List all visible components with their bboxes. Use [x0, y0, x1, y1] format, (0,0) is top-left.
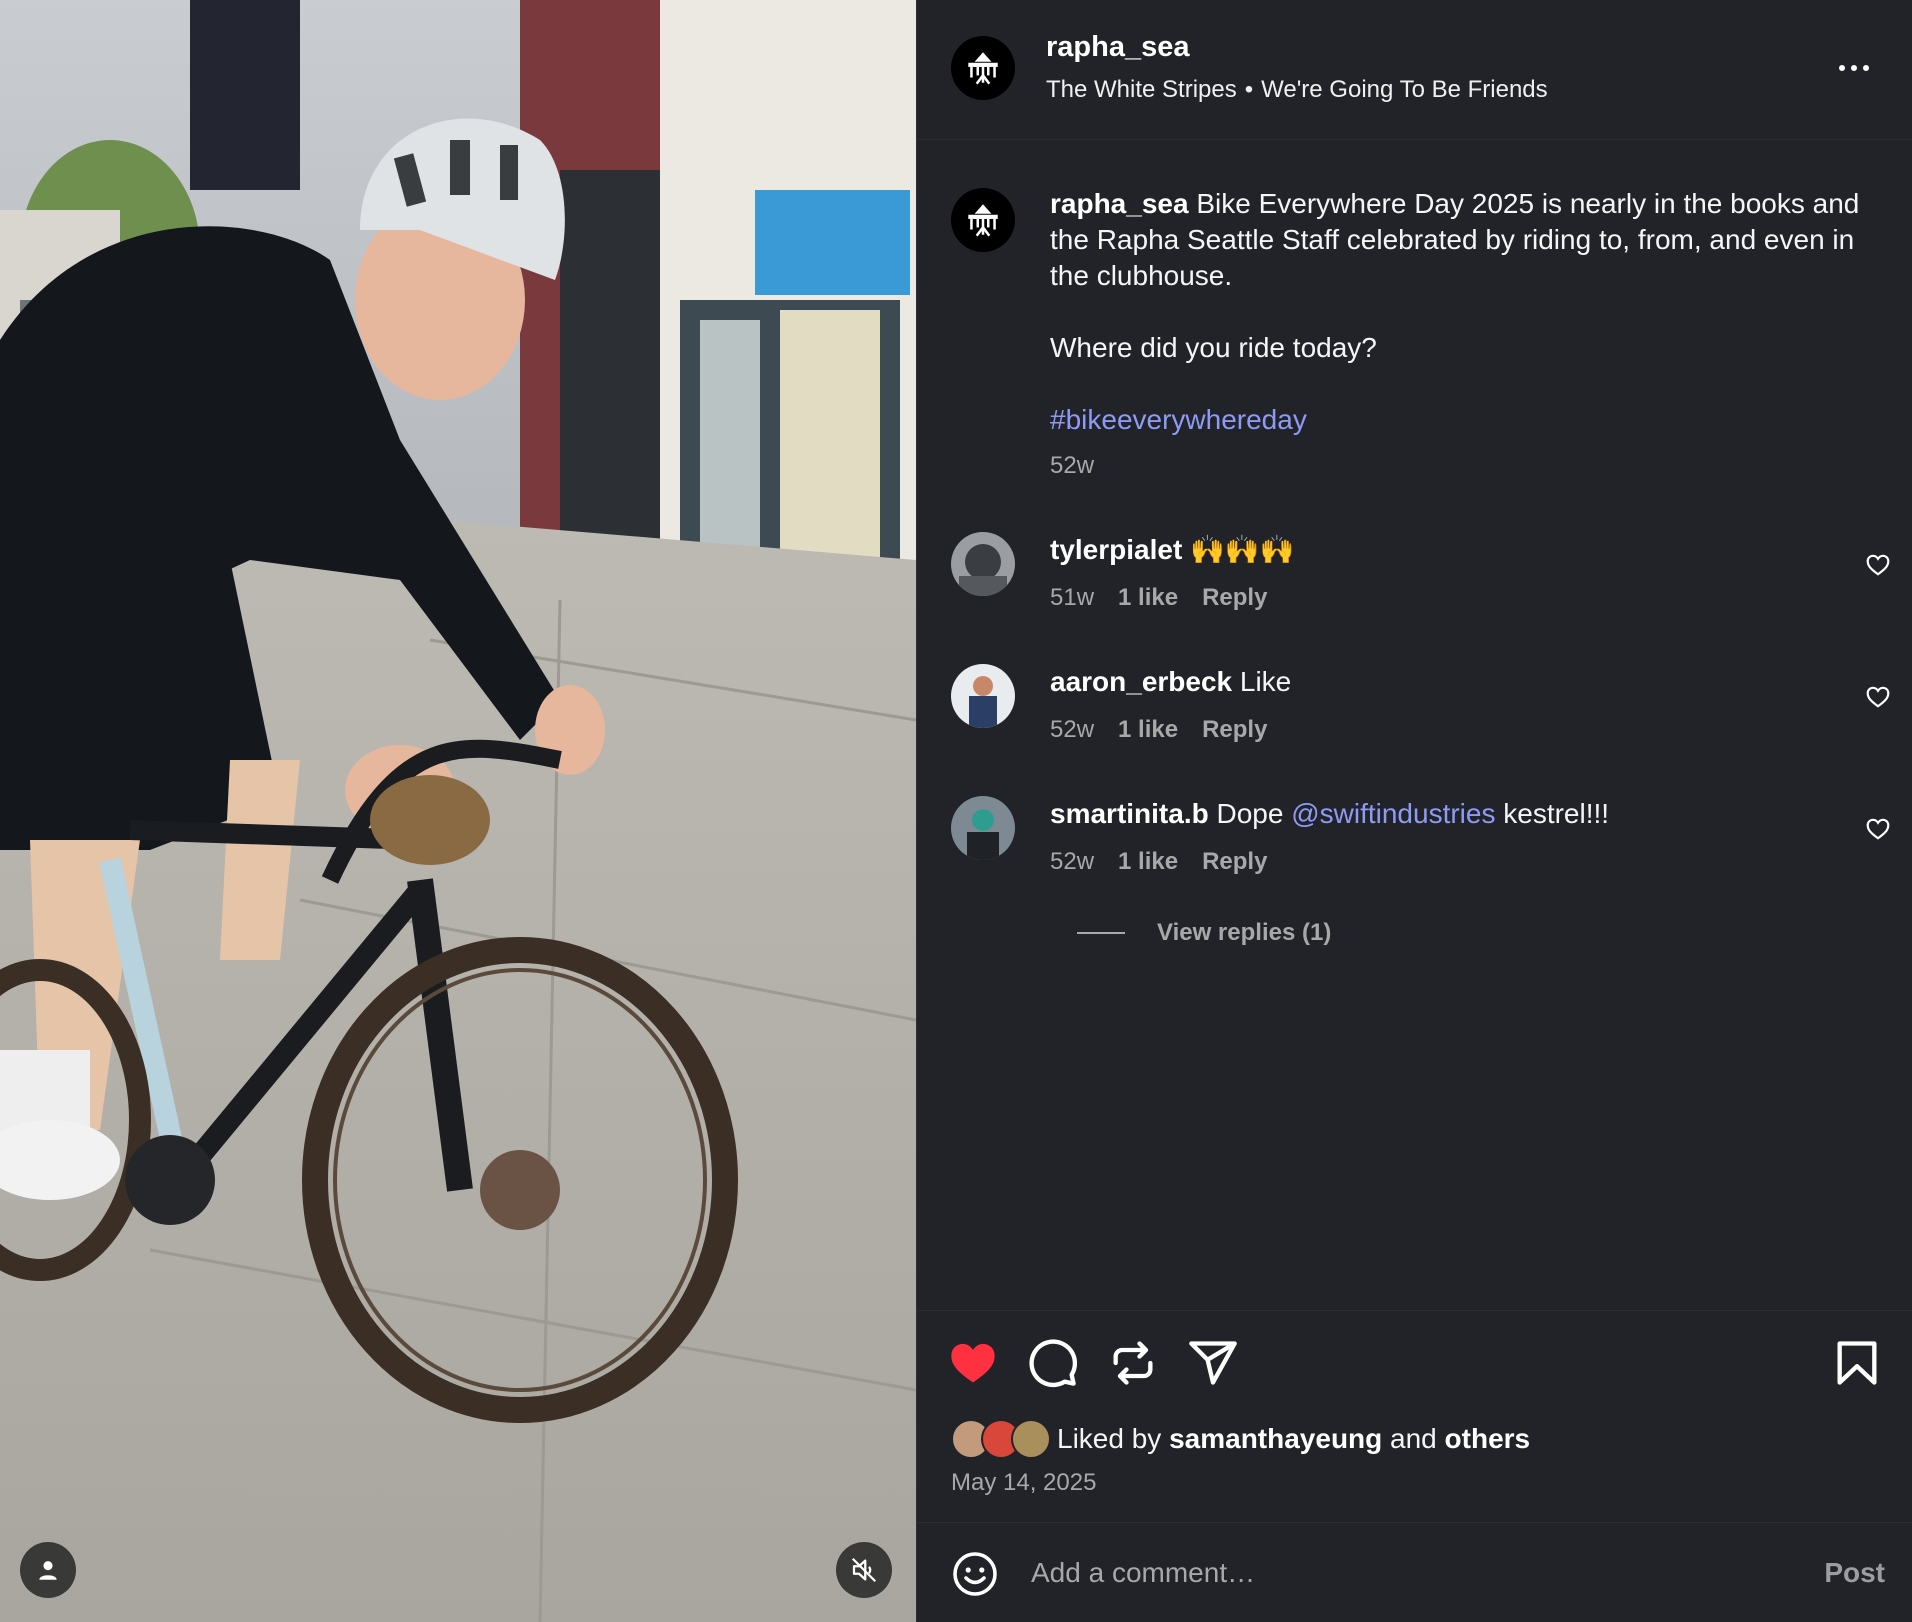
audio-track[interactable]: We're Going To Be Friends	[1261, 76, 1548, 103]
caption-username[interactable]: rapha_sea	[1050, 188, 1189, 219]
comment-username[interactable]: tylerpialet	[1050, 534, 1182, 565]
avatar-photo	[951, 664, 1015, 728]
comment-time[interactable]: 52w	[1050, 848, 1094, 876]
comment-input[interactable]	[1031, 1547, 1731, 1599]
liked-by-user[interactable]: samanthayeung	[1169, 1423, 1382, 1454]
replies-divider	[1077, 932, 1125, 934]
bookmark-icon[interactable]	[1831, 1337, 1883, 1389]
comment-body: tylerpialet 🙌🙌🙌	[1050, 532, 1295, 568]
share-icon[interactable]	[1187, 1337, 1239, 1389]
comment-icon[interactable]	[1027, 1337, 1079, 1389]
comment-item: aaron_erbeck Like 52w 1 like Reply	[917, 664, 1912, 774]
more-options-button[interactable]	[1829, 50, 1879, 86]
comment-reply-button[interactable]: Reply	[1202, 848, 1267, 876]
comment-item: smartinita.b Dope @swiftindustries kestr…	[917, 796, 1912, 906]
comment-reply-button[interactable]: Reply	[1202, 584, 1267, 612]
caption-hashtag[interactable]: #bikeeverywhereday	[1050, 404, 1307, 435]
caption-author-avatar[interactable]	[951, 188, 1015, 252]
comment-text: 🙌🙌🙌	[1190, 534, 1295, 565]
rapha-logo-icon	[968, 204, 998, 237]
user-tag-icon	[39, 1561, 57, 1580]
audio-artist[interactable]: The White Stripes	[1046, 76, 1237, 103]
comment-username[interactable]: smartinita.b	[1050, 798, 1209, 829]
post-date[interactable]: May 14, 2025	[951, 1469, 1096, 1497]
emoji-icon[interactable]	[951, 1550, 999, 1598]
post-header: rapha_sea The White Stripes • We're Going …	[917, 0, 1912, 140]
liked-by-prefix: Liked by	[1057, 1423, 1162, 1454]
audio-separator: •	[1244, 76, 1254, 103]
post-comment-button[interactable]: Post	[1824, 1557, 1885, 1589]
post-media-video[interactable]	[0, 0, 916, 1622]
comment-like-heart-icon[interactable]	[1865, 552, 1891, 578]
comment-text: Dope	[1216, 798, 1284, 829]
comment-like-count[interactable]: 1 like	[1118, 848, 1178, 876]
caption-question: Where did you ride today?	[1050, 332, 1377, 363]
comment-body: smartinita.b Dope @swiftindustries kestr…	[1050, 796, 1609, 832]
comment-time[interactable]: 51w	[1050, 584, 1094, 612]
audio-attribution[interactable]: The White Stripes • We're Going To Be Frie…	[1046, 76, 1548, 104]
avatar-photo	[951, 796, 1015, 860]
commenter-avatar[interactable]	[951, 796, 1015, 860]
comment-username[interactable]: aaron_erbeck	[1050, 666, 1232, 697]
comment-reply-button[interactable]: Reply	[1202, 716, 1267, 744]
liked-by-and: and	[1390, 1423, 1437, 1454]
comment-like-count[interactable]: 1 like	[1118, 584, 1178, 612]
comment-meta: 52w 1 like Reply	[1050, 848, 1267, 876]
comment-mention-link[interactable]: @swiftindustries	[1291, 798, 1495, 829]
liker-avatars	[951, 1419, 1053, 1459]
caption-timestamp[interactable]: 52w	[1050, 452, 1094, 480]
post-caption: rapha_sea Bike Everywhere Day 2025 is ne…	[1050, 186, 1880, 438]
post-details-panel: rapha_sea The White Stripes • We're Going …	[916, 0, 1912, 1622]
muted-speaker-icon	[851, 1557, 877, 1583]
liker-avatar	[1011, 1419, 1051, 1459]
comment-like-count[interactable]: 1 like	[1118, 716, 1178, 744]
post-viewer: rapha_sea The White Stripes • We're Going …	[0, 0, 1912, 1622]
comment-composer: Post	[917, 1522, 1912, 1622]
comment-item: tylerpialet 🙌🙌🙌 51w 1 like Reply	[917, 532, 1912, 642]
avatar-photo	[951, 532, 1015, 596]
commenter-avatar[interactable]	[951, 664, 1015, 728]
like-heart-icon[interactable]	[947, 1337, 999, 1389]
liked-by-others[interactable]: others	[1445, 1423, 1531, 1454]
more-icon	[1839, 65, 1869, 71]
comment-text-after: kestrel!!!	[1503, 798, 1610, 829]
repost-icon[interactable]	[1107, 1337, 1159, 1389]
view-replies-button[interactable]: View replies (1)	[1077, 919, 1331, 947]
liked-by-text: Liked by samanthayeung and others	[1057, 1423, 1530, 1455]
comment-text: Like	[1239, 666, 1292, 697]
commenter-avatar[interactable]	[951, 532, 1015, 596]
unmute-audio-button[interactable]	[836, 1542, 892, 1598]
tagged-users-button[interactable]	[20, 1542, 76, 1598]
comment-meta: 51w 1 like Reply	[1050, 584, 1267, 612]
video-frame-image	[0, 0, 916, 1622]
author-username[interactable]: rapha_sea	[1046, 31, 1190, 64]
likes-summary[interactable]: Liked by samanthayeung and others	[951, 1419, 1530, 1459]
post-actions: Liked by samanthayeung and others May 14…	[917, 1310, 1912, 1510]
comment-time[interactable]: 52w	[1050, 716, 1094, 744]
view-replies-label: View replies (1)	[1157, 919, 1332, 946]
comment-body: aaron_erbeck Like	[1050, 664, 1291, 700]
comment-meta: 52w 1 like Reply	[1050, 716, 1267, 744]
rapha-logo-icon	[968, 52, 998, 85]
comment-like-heart-icon[interactable]	[1865, 684, 1891, 710]
author-avatar[interactable]	[951, 36, 1015, 100]
comment-like-heart-icon[interactable]	[1865, 816, 1891, 842]
